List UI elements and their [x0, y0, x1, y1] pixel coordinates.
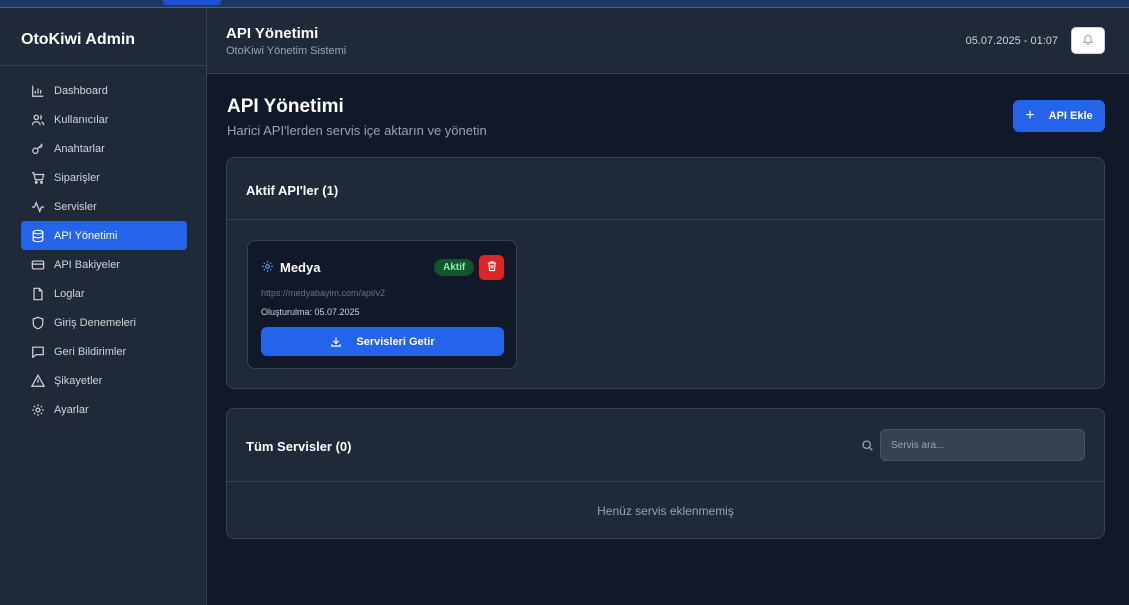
header-datetime: 05.07.2025 - 01:07	[965, 35, 1058, 47]
sidebar-item-label: API Bakiyeler	[54, 258, 121, 271]
search-icon	[861, 439, 874, 452]
sidebar-item-complaints[interactable]: Şikayetler	[21, 366, 187, 395]
status-badge: Aktif	[434, 259, 475, 276]
browser-top-strip	[0, 0, 1129, 8]
sidebar-item-services[interactable]: Servisler	[21, 192, 187, 221]
all-services-header: Tüm Servisler (0)	[227, 409, 1104, 482]
bell-icon	[1082, 32, 1094, 50]
all-services-title: Tüm Servisler (0)	[246, 439, 352, 454]
add-api-label: API Ekle	[1048, 110, 1093, 122]
sidebar-item-label: Şikayetler	[54, 374, 103, 387]
top-header: API Yönetimi OtoKiwi Yönetim Sistemi 05.…	[207, 8, 1129, 74]
sidebar-item-label: Ayarlar	[54, 403, 89, 416]
gear-icon	[261, 260, 274, 273]
page-subtitle: Harici API'lerden servis içe aktarın ve …	[227, 123, 487, 138]
sidebar-item-label: Siparişler	[54, 171, 100, 184]
sidebar: OtoKiwi Admin Dashboard Kullanıcılar Ana…	[0, 8, 207, 605]
header-subtitle: OtoKiwi Yönetim Sistemi	[226, 45, 347, 57]
active-apis-panel: Aktif API'ler (1) Medya Aktif https://me…	[226, 157, 1105, 389]
header-title: API Yönetimi	[226, 25, 319, 42]
tab-indicator	[163, 0, 221, 5]
database-icon	[31, 229, 45, 243]
notifications-button[interactable]	[1071, 27, 1105, 54]
shield-icon	[31, 316, 45, 330]
sidebar-item-api-balances[interactable]: API Bakiyeler	[21, 250, 187, 279]
chart-bar-icon	[31, 84, 45, 98]
sidebar-item-settings[interactable]: Ayarlar	[21, 395, 187, 424]
delete-api-button[interactable]	[479, 255, 504, 280]
sidebar-item-users[interactable]: Kullanıcılar	[21, 105, 187, 134]
api-name: Medya	[280, 260, 321, 275]
cart-icon	[31, 171, 45, 185]
sidebar-item-logs[interactable]: Loglar	[21, 279, 187, 308]
message-icon	[31, 345, 45, 359]
warning-icon	[31, 373, 45, 388]
page-title: API Yönetimi	[227, 96, 344, 117]
sidebar-item-label: Servisler	[54, 200, 97, 213]
api-created-date: Oluşturulma: 05.07.2025	[261, 307, 360, 317]
sidebar-item-label: API Yönetimi	[54, 229, 118, 242]
fetch-services-button[interactable]: Servisleri Getir	[261, 327, 504, 356]
sidebar-item-label: Dashboard	[54, 84, 108, 97]
sidebar-item-label: Anahtarlar	[54, 142, 105, 155]
sidebar-item-orders[interactable]: Siparişler	[21, 163, 187, 192]
plus-icon: +	[1025, 107, 1035, 124]
app-brand: OtoKiwi Admin	[21, 31, 136, 48]
all-services-panel: Tüm Servisler (0) Henüz servis eklenmemi…	[226, 408, 1105, 539]
sidebar-divider	[0, 65, 206, 66]
activity-icon	[31, 200, 45, 214]
key-icon	[31, 142, 45, 156]
sidebar-item-feedback[interactable]: Geri Bildirimler	[21, 337, 187, 366]
empty-services-message: Henüz servis eklenmemiş	[597, 504, 734, 518]
sidebar-item-dashboard[interactable]: Dashboard	[21, 76, 187, 105]
fetch-services-label: Servisleri Getir	[356, 335, 435, 348]
users-icon	[31, 113, 45, 127]
sidebar-item-keys[interactable]: Anahtarlar	[21, 134, 187, 163]
api-url: https://medyabayim.com/api/v2	[261, 288, 386, 298]
sidebar-item-label: Giriş Denemeleri	[54, 316, 136, 329]
sidebar-item-api-management[interactable]: API Yönetimi	[21, 221, 187, 250]
download-icon	[331, 337, 342, 347]
sidebar-item-login-attempts[interactable]: Giriş Denemeleri	[21, 308, 187, 337]
search-input[interactable]	[880, 429, 1085, 461]
gear-icon	[31, 403, 45, 417]
add-api-button[interactable]: + API Ekle	[1013, 100, 1105, 132]
sidebar-nav: Dashboard Kullanıcılar Anahtarlar Sipari…	[21, 76, 187, 424]
api-card: Medya Aktif https://medyabayim.com/api/v…	[247, 240, 517, 369]
sidebar-item-label: Geri Bildirimler	[54, 345, 127, 358]
credit-card-icon	[31, 258, 45, 272]
file-icon	[31, 287, 45, 301]
sidebar-item-label: Loglar	[54, 287, 85, 300]
active-apis-title: Aktif API'ler (1)	[246, 183, 339, 198]
trash-icon	[486, 259, 498, 277]
active-apis-header: Aktif API'ler (1)	[227, 158, 1104, 220]
sidebar-item-label: Kullanıcılar	[54, 113, 109, 126]
